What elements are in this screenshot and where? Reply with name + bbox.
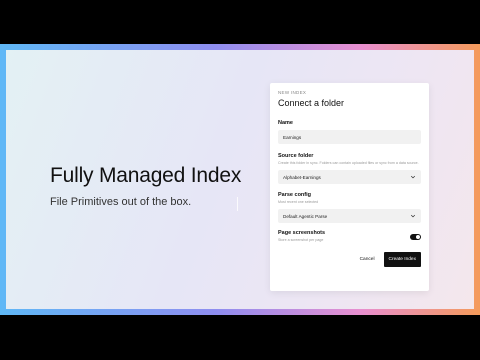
page-screenshots-toggle[interactable] (410, 233, 421, 240)
page-screenshots-hint: Store a screenshot per page (278, 238, 324, 242)
page-screenshots-label: Page screenshots (278, 230, 326, 236)
hero-title: Fully Managed Index (50, 164, 242, 187)
parse-config-select[interactable]: Default Agentic Parse (278, 209, 421, 223)
parse-config-value: Default Agentic Parse (283, 213, 328, 219)
cancel-button[interactable]: Cancel (360, 257, 375, 262)
source-folder-label: Source folder (278, 153, 314, 159)
source-folder-select[interactable]: Alphabet-Earnings (278, 170, 421, 184)
chevron-down-icon (410, 175, 416, 179)
text-cursor (237, 197, 238, 211)
source-folder-hint: Create this folder in sync. Folders can … (278, 161, 419, 165)
panel-eyebrow: NEW INDEX (278, 90, 307, 95)
name-input-value: Earnings (283, 134, 302, 140)
slide-canvas: Fully Managed Index File Primitives out … (6, 50, 474, 309)
parse-config-label: Parse config (278, 192, 312, 198)
create-index-button[interactable]: Create Index (383, 252, 421, 267)
gradient-frame: Fully Managed Index File Primitives out … (0, 44, 480, 315)
connect-folder-panel: NEW INDEX Connect a folder Name Earnings… (270, 83, 429, 291)
chevron-down-icon (410, 214, 416, 218)
panel-title: Connect a folder (278, 98, 345, 108)
hero-subtitle: File Primitives out of the box. (50, 196, 192, 208)
name-input[interactable]: Earnings (278, 130, 421, 144)
source-folder-value: Alphabet-Earnings (283, 174, 321, 180)
name-label: Name (278, 120, 293, 126)
parse-config-hint: Most recent one selected (278, 200, 319, 204)
